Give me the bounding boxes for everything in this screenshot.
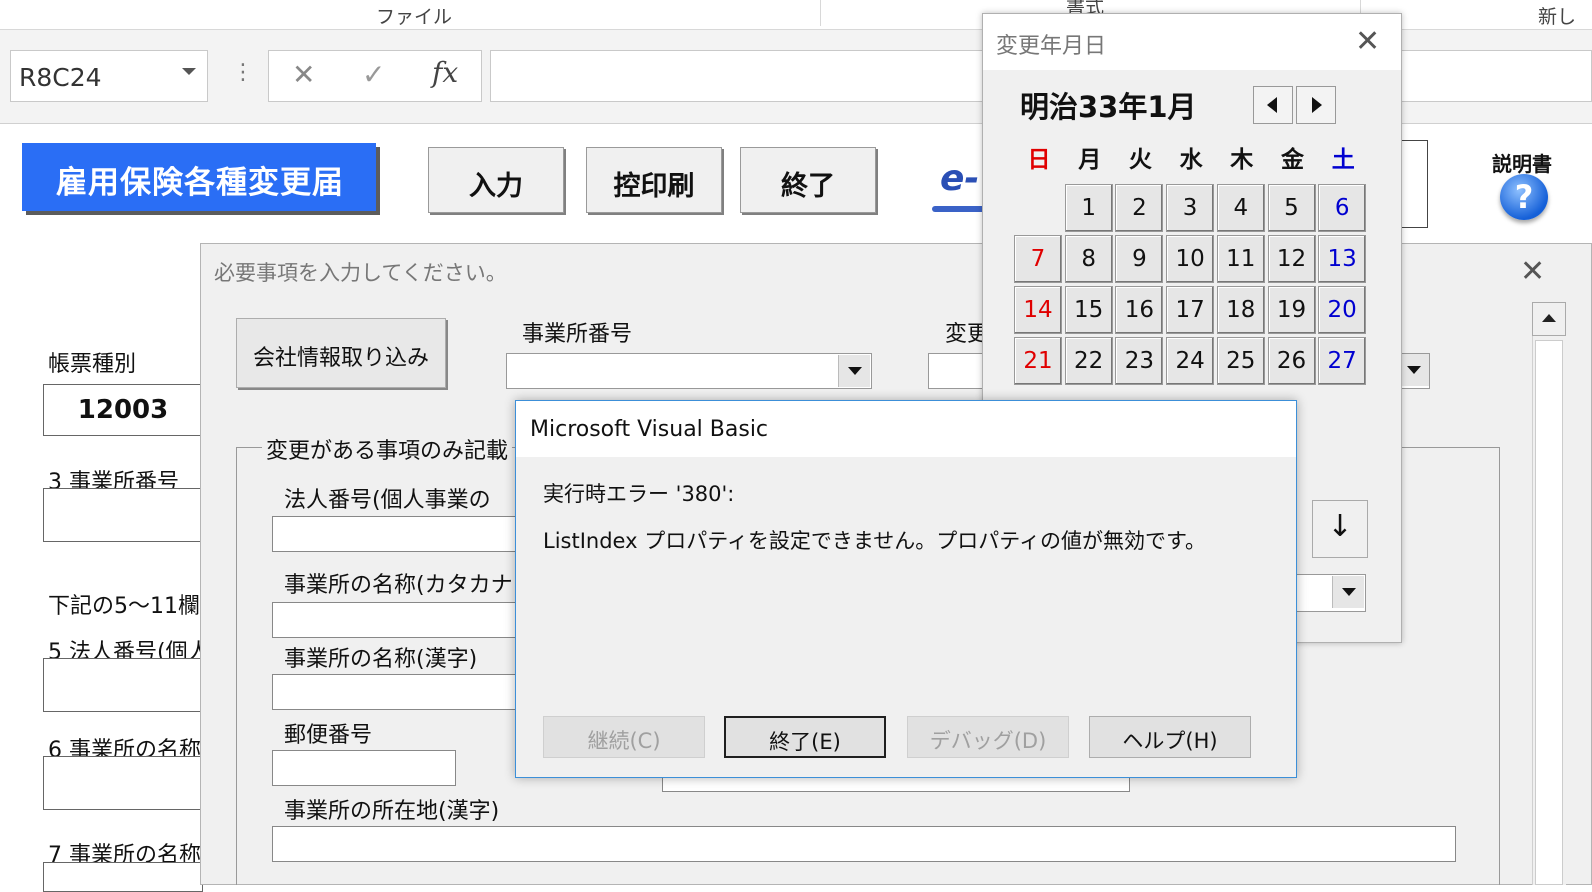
manual-label: 説明書 bbox=[1492, 152, 1552, 176]
help-button[interactable]: ヘルプ(H) bbox=[1089, 716, 1251, 758]
print-copy-button[interactable]: 控印刷 bbox=[586, 147, 722, 213]
calendar-day[interactable]: 8 bbox=[1064, 235, 1113, 283]
error-message-text: ListIndex プロパティを設定できません。プロパティの値が無効です。 bbox=[543, 529, 1206, 553]
calendar-day[interactable]: 10 bbox=[1166, 235, 1215, 283]
weekday-label: 水 bbox=[1179, 147, 1203, 173]
office-name-kanji-input[interactable] bbox=[272, 674, 516, 710]
calendar-day[interactable]: 2 bbox=[1115, 184, 1164, 232]
calendar-day[interactable]: 20 bbox=[1318, 286, 1367, 334]
note-label: 下記の5～11欄 bbox=[48, 594, 200, 619]
form-type-label: 帳票種別 bbox=[48, 352, 137, 377]
office-number-label: 事業所番号 bbox=[522, 322, 633, 347]
ribbon-separator bbox=[820, 0, 821, 26]
form-type-value[interactable]: 12003 bbox=[43, 384, 203, 436]
exit-button[interactable]: 終了 bbox=[740, 147, 876, 213]
weekday-label: 木 bbox=[1230, 147, 1254, 173]
postal-code-label: 郵便番号 bbox=[284, 723, 373, 748]
calendar-title: 変更年月日 bbox=[996, 34, 1107, 59]
ribbon-tab-file[interactable]: ファイル bbox=[376, 2, 452, 29]
corp-number-input[interactable] bbox=[272, 516, 516, 552]
office-name-kana-label: 事業所の名称(カタカナ bbox=[284, 573, 513, 598]
calendar-day[interactable]: 24 bbox=[1166, 337, 1215, 385]
input-dialog-title: 必要事項を入力してください。 bbox=[214, 261, 507, 285]
more-options-icon[interactable]: ⋮ bbox=[232, 60, 254, 85]
calendar-day[interactable]: 1 bbox=[1064, 184, 1113, 232]
calendar-day[interactable]: 23 bbox=[1115, 337, 1164, 385]
name-box-dropdown-icon[interactable] bbox=[182, 68, 196, 75]
arrow-down-button[interactable]: ↓ bbox=[1312, 500, 1368, 558]
calendar-day[interactable]: 14 bbox=[1014, 286, 1062, 334]
form-title-button[interactable]: 雇用保険各種変更届 bbox=[22, 143, 376, 211]
name-box[interactable]: R8C24 bbox=[10, 50, 208, 102]
calendar-day[interactable]: 21 bbox=[1014, 337, 1062, 385]
calendar-day[interactable]: 15 bbox=[1064, 286, 1113, 334]
weekday-label: 金 bbox=[1281, 147, 1304, 173]
calendar-day[interactable]: 26 bbox=[1267, 337, 1316, 385]
scrollbar-thumb[interactable] bbox=[1535, 340, 1563, 885]
changes-group-label: 変更がある事項のみ記載 bbox=[262, 433, 513, 465]
next-month-icon[interactable] bbox=[1296, 86, 1336, 124]
debug-button[interactable]: デバッグ(D) bbox=[907, 716, 1069, 758]
calendar-day[interactable]: 22 bbox=[1064, 337, 1113, 385]
calendar-day[interactable]: 19 bbox=[1267, 286, 1316, 334]
sheet-frame bbox=[1400, 140, 1428, 228]
enter-icon[interactable]: ✓ bbox=[362, 58, 385, 91]
calendar-day[interactable]: 4 bbox=[1216, 184, 1265, 232]
calendar-day[interactable]: 11 bbox=[1216, 235, 1265, 283]
calendar-day[interactable]: 5 bbox=[1267, 184, 1316, 232]
continue-button[interactable]: 継続(C) bbox=[543, 716, 705, 758]
ribbon-tab-new[interactable]: 新し bbox=[1538, 2, 1576, 29]
input-dialog-close-icon[interactable]: ✕ bbox=[1520, 254, 1545, 289]
weekday-label: 火 bbox=[1128, 147, 1152, 173]
calendar-day[interactable]: 17 bbox=[1166, 286, 1215, 334]
address-kanji-input[interactable] bbox=[272, 826, 1456, 862]
cancel-icon[interactable]: ✕ bbox=[292, 58, 315, 91]
insert-function-icon[interactable]: fx bbox=[432, 56, 458, 89]
office-name-kanji-label: 事業所の名称(漢字) bbox=[284, 647, 478, 672]
corp-number-label: 法人番号(個人事業の bbox=[284, 488, 491, 513]
scroll-up-icon[interactable] bbox=[1532, 302, 1566, 336]
corp-number-sheet-cell[interactable] bbox=[43, 658, 203, 712]
e-gov-logo[interactable]: e- bbox=[940, 158, 979, 199]
weekday-label: 土 bbox=[1331, 147, 1355, 173]
error-dialog-title: Microsoft Visual Basic bbox=[530, 417, 769, 442]
calendar-dropdown[interactable] bbox=[1296, 574, 1366, 612]
office-number-dropdown[interactable] bbox=[506, 353, 872, 389]
office-name-sheet-cell-7[interactable] bbox=[43, 862, 203, 892]
calendar-month: 明治33年1月 bbox=[1020, 90, 1197, 124]
calendar-day[interactable]: 18 bbox=[1216, 286, 1265, 334]
address-kanji-label: 事業所の所在地(漢字) bbox=[284, 799, 500, 824]
change-type-dropdown[interactable] bbox=[1397, 353, 1430, 389]
office-name-sheet-cell-6[interactable] bbox=[43, 756, 203, 810]
postal-code-input[interactable] bbox=[272, 750, 456, 786]
postal-address-input[interactable] bbox=[662, 776, 1130, 792]
prev-month-icon[interactable] bbox=[1253, 86, 1293, 124]
calendar-day[interactable]: 12 bbox=[1267, 235, 1316, 283]
calendar-day[interactable]: 13 bbox=[1318, 235, 1367, 283]
input-button[interactable]: 入力 bbox=[428, 147, 564, 213]
chevron-down-icon[interactable] bbox=[838, 355, 870, 387]
calendar-close-icon[interactable]: ✕ bbox=[1355, 24, 1380, 59]
error-code-text: 実行時エラー '380': bbox=[543, 482, 735, 506]
end-button[interactable]: 終了(E) bbox=[724, 716, 886, 758]
calendar-day[interactable]: 16 bbox=[1115, 286, 1164, 334]
calendar-day[interactable]: 25 bbox=[1216, 337, 1265, 385]
calendar-day[interactable]: 3 bbox=[1166, 184, 1215, 232]
weekday-label: 日 bbox=[1027, 147, 1051, 173]
help-icon[interactable]: ? bbox=[1500, 174, 1548, 220]
office-name-kana-input[interactable] bbox=[272, 602, 516, 638]
calendar-day[interactable]: 9 bbox=[1115, 235, 1164, 283]
change-type-dropdown-left[interactable] bbox=[928, 353, 984, 389]
calendar-day[interactable]: 7 bbox=[1014, 235, 1062, 283]
import-company-info-button[interactable]: 会社情報取り込み bbox=[236, 318, 446, 388]
weekday-label: 月 bbox=[1078, 147, 1102, 173]
calendar-day[interactable]: 6 bbox=[1318, 184, 1367, 232]
office-number-sheet-cell[interactable] bbox=[43, 488, 203, 542]
e-gov-logo-underline bbox=[932, 206, 988, 212]
chevron-down-icon[interactable] bbox=[1332, 576, 1364, 608]
calendar-day[interactable]: 27 bbox=[1318, 337, 1367, 385]
